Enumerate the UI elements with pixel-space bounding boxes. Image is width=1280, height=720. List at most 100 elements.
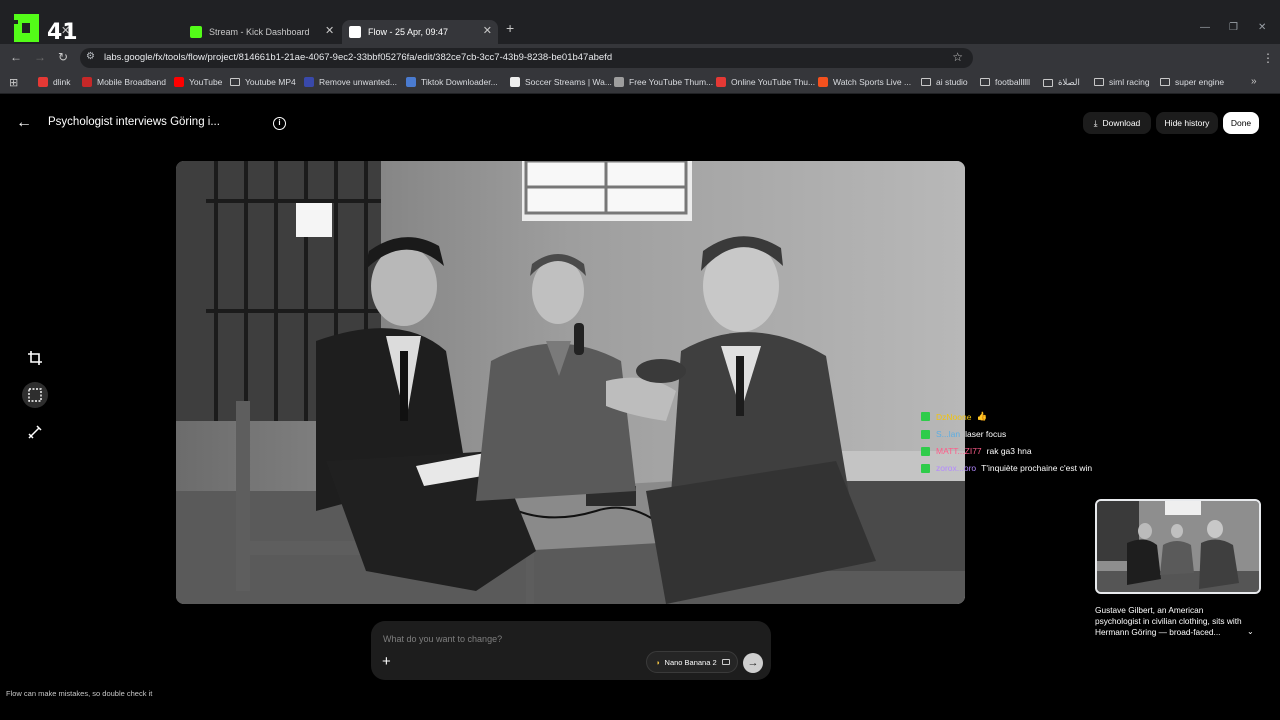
chat-username: S...lan xyxy=(936,429,961,439)
chat-username: zorox...oro xyxy=(936,463,977,473)
page-favicon-icon xyxy=(349,26,361,38)
download-button[interactable]: ⤓ Download xyxy=(1083,112,1151,134)
bookmark-item[interactable]: super engine xyxy=(1160,77,1224,87)
disclaimer-text: Flow can make mistakes, so double check … xyxy=(6,689,153,698)
chat-message: MATT...ZI77 rak ga3 hna xyxy=(921,446,1032,456)
address-bar-row: ← → ↻ ⚙ labs.google/fx/tools/flow/projec… xyxy=(0,44,1280,108)
more-bookmarks-icon[interactable]: » xyxy=(1251,76,1257,87)
bookmark-label: YouTube xyxy=(189,77,223,87)
browser-menu-icon[interactable]: ⋮ xyxy=(1262,51,1274,65)
model-selector[interactable]: ◗ Nano Banana 2 xyxy=(646,651,738,673)
site-favicon-icon xyxy=(82,77,92,87)
bookmark-label: Online YouTube Thu... xyxy=(731,77,816,87)
bookmark-item[interactable]: dlink xyxy=(38,77,70,87)
chat-message: S...lan laser focus xyxy=(921,429,1006,439)
download-icon: ⤓ xyxy=(1093,117,1098,128)
bookmark-label: الصلاة xyxy=(1058,77,1080,87)
bookmark-label: Mobile Broadband xyxy=(97,77,166,87)
kick-41-logo: 41 xyxy=(14,14,78,44)
bookmark-item[interactable]: Online YouTube Thu... xyxy=(716,77,815,87)
folder-icon xyxy=(1094,78,1104,86)
omnibox[interactable]: ⚙ labs.google/fx/tools/flow/project/8146… xyxy=(80,48,973,68)
site-favicon-icon xyxy=(716,77,726,87)
tab-close-icon[interactable]: ✕ xyxy=(483,24,492,37)
back-nav-icon[interactable]: ← xyxy=(10,50,22,64)
minimize-icon[interactable]: — xyxy=(1200,22,1210,33)
kick-favicon-icon xyxy=(190,26,202,38)
crop-tool[interactable] xyxy=(22,345,48,371)
bookmark-item[interactable]: Mobile Broadband xyxy=(82,77,166,87)
bookmark-label: ai studio xyxy=(936,77,968,87)
history-caption: Gustave Gilbert, an American psychologis… xyxy=(1095,605,1242,637)
bookmark-item[interactable]: Soccer Streams | Wa... xyxy=(510,77,612,87)
forward-nav-icon[interactable]: → xyxy=(34,50,46,64)
bookmark-item[interactable]: الصلاة xyxy=(1043,77,1080,88)
bookmark-item[interactable]: ai studio xyxy=(921,77,968,87)
history-thumbnail[interactable] xyxy=(1095,499,1261,594)
chat-text: rak ga3 hna xyxy=(986,446,1032,456)
tab-flow[interactable]: Flow - 25 Apr, 09:47 ✕ xyxy=(342,20,498,44)
page-title: Psychologist interviews Göring i... xyxy=(48,116,220,128)
site-favicon-icon xyxy=(406,77,416,87)
bookmark-item[interactable]: Remove unwanted... xyxy=(304,77,397,87)
site-favicon-icon xyxy=(174,77,184,87)
site-favicon-icon xyxy=(818,77,828,87)
prompt-input[interactable]: What do you want to change? xyxy=(383,634,502,644)
add-attachment-icon[interactable]: + xyxy=(382,653,391,670)
crop-icon xyxy=(28,351,42,365)
close-window-icon[interactable]: ✕ xyxy=(1258,22,1266,33)
restore-icon[interactable]: ❐ xyxy=(1229,22,1238,33)
select-tool[interactable] xyxy=(22,382,48,408)
folder-icon xyxy=(230,78,240,86)
prompt-box[interactable]: What do you want to change? + ◗ Nano Ban… xyxy=(371,621,771,680)
kick-badge-icon xyxy=(921,412,930,421)
download-label: Download xyxy=(1102,118,1141,128)
bookmark-label: super engine xyxy=(1175,77,1225,87)
chat-username: MATT...ZI77 xyxy=(936,446,982,456)
bookmark-label: siml racing xyxy=(1109,77,1150,87)
tab-close-icon[interactable]: ✕ xyxy=(325,24,334,37)
bookmark-item[interactable]: siml racing xyxy=(1094,77,1150,87)
hide-history-label: Hide history xyxy=(1164,118,1210,128)
bookmark-item[interactable]: Watch Sports Live ... xyxy=(818,77,911,87)
chevron-down-icon[interactable]: ⌄ xyxy=(1247,627,1254,636)
bookmark-item[interactable]: footballllll xyxy=(980,77,1030,87)
new-tab-icon[interactable]: + xyxy=(506,20,514,36)
kick-badge-icon xyxy=(921,463,930,473)
bookmark-label: Remove unwanted... xyxy=(319,77,397,87)
aspect-ratio-icon xyxy=(721,659,730,665)
hide-history-button[interactable]: Hide history xyxy=(1156,112,1218,134)
bookmark-item[interactable]: Tiktok Downloader... xyxy=(406,77,498,87)
info-icon[interactable]: i xyxy=(273,117,286,130)
bookmark-item[interactable]: Free YouTube Thum... xyxy=(614,77,713,87)
bookmark-label: footballllll xyxy=(995,77,1030,87)
bookmark-label: Watch Sports Live ... xyxy=(833,77,912,87)
brush-icon xyxy=(28,425,42,439)
bookmark-star-icon[interactable]: ☆ xyxy=(952,50,963,64)
folder-icon xyxy=(1160,78,1170,86)
back-arrow-icon[interactable]: ← xyxy=(16,114,32,132)
reload-icon[interactable]: ↻ xyxy=(58,50,68,64)
tab-close-icon[interactable]: ✕ xyxy=(61,24,70,37)
chat-message: zorox...oro T'inquiète prochaine c'est w… xyxy=(921,463,1092,473)
chat-username: DzNoone xyxy=(936,411,972,422)
bookmark-label: Tiktok Downloader... xyxy=(421,77,498,87)
done-button[interactable]: Done xyxy=(1223,112,1259,134)
folder-icon xyxy=(980,78,990,86)
site-info-icon[interactable]: ⚙ xyxy=(86,51,95,62)
bookmark-item[interactable]: YouTube xyxy=(174,77,222,87)
banana-icon: ◗ xyxy=(656,657,661,667)
send-button[interactable]: → xyxy=(743,653,763,673)
apps-grid-icon[interactable]: ⊞ xyxy=(9,76,18,89)
bookmark-item[interactable]: Youtube MP4 xyxy=(230,77,296,87)
bookmark-label: Free YouTube Thum... xyxy=(629,77,714,87)
model-label: Nano Banana 2 xyxy=(664,657,717,667)
kick-badge-icon xyxy=(921,446,930,456)
folder-icon xyxy=(1043,78,1053,87)
tab-label: Flow - 25 Apr, 09:47 xyxy=(368,27,449,37)
generated-image xyxy=(176,161,965,604)
bookmark-label: Youtube MP4 xyxy=(245,77,296,87)
folder-icon xyxy=(921,78,931,86)
arrow-right-icon: → xyxy=(747,657,759,669)
brush-tool[interactable] xyxy=(22,419,48,445)
